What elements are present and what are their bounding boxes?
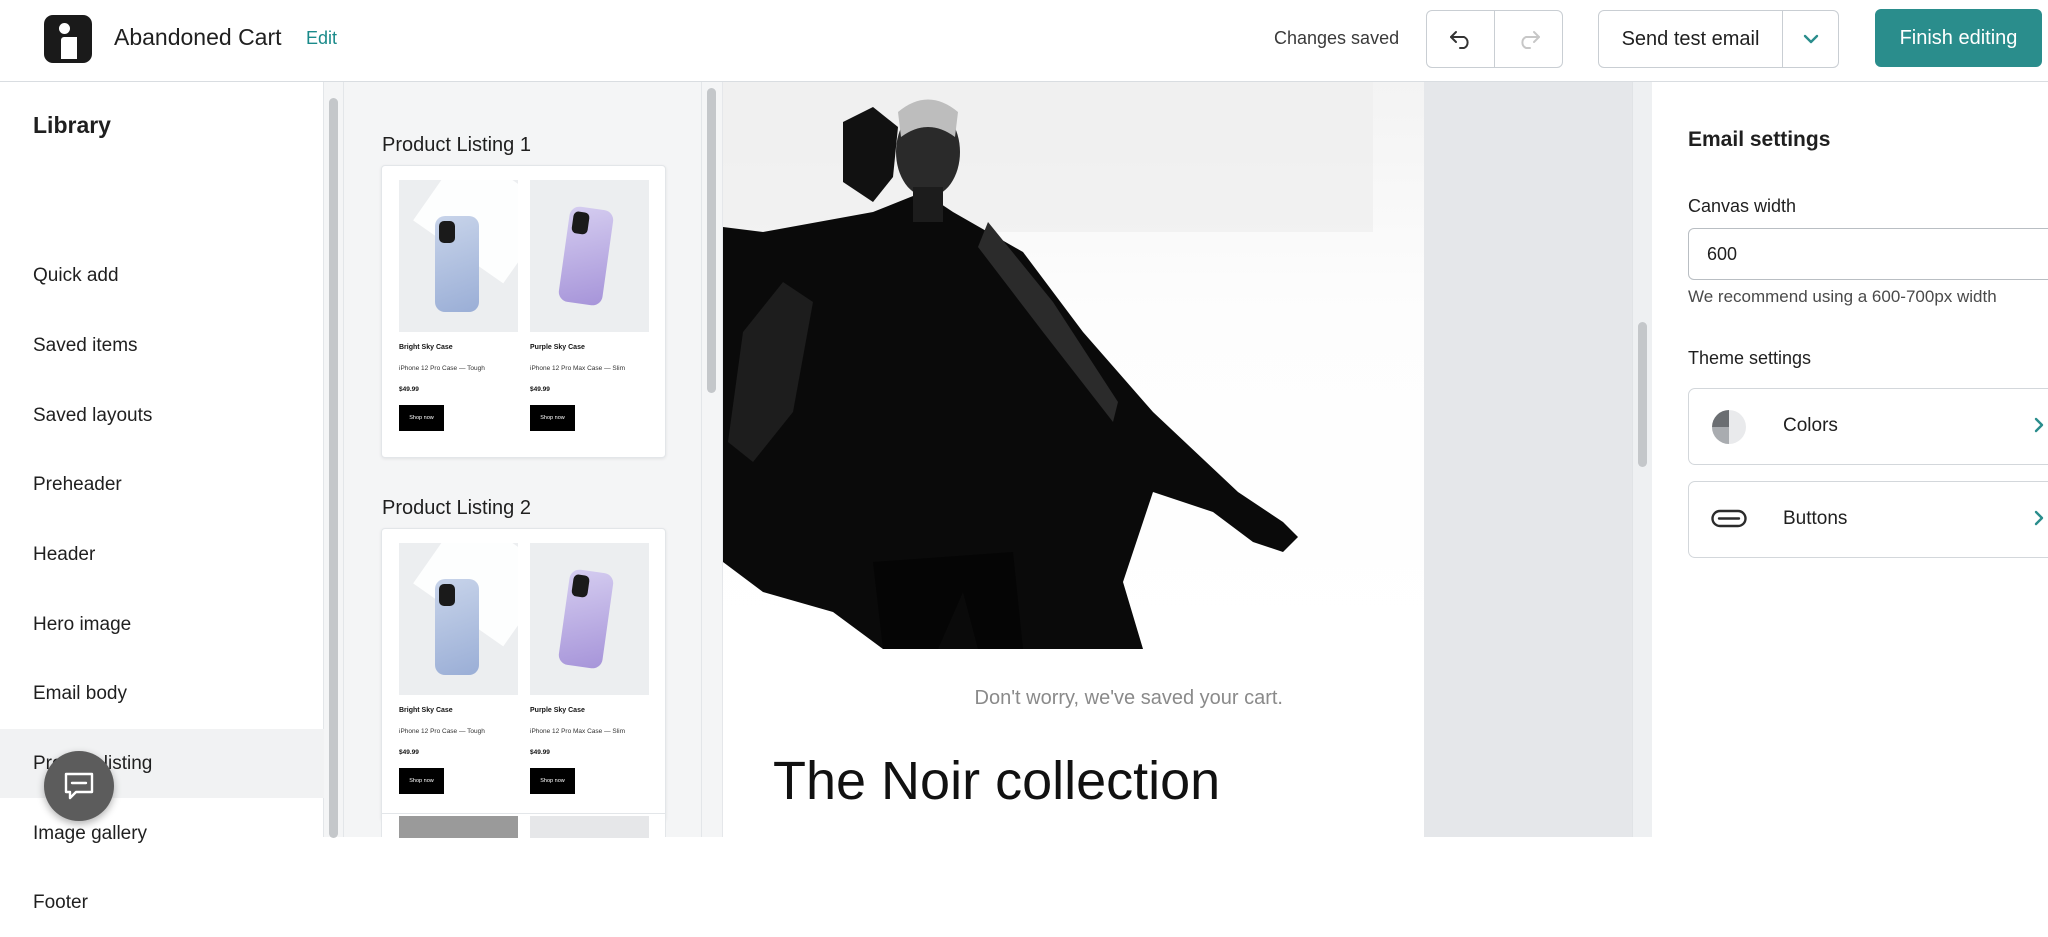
template-card-product-listing-2[interactable]: Bright Sky Case iPhone 12 Pro Case — Tou…	[381, 528, 666, 821]
library-title: Library	[33, 112, 111, 138]
product-item: Bright Sky Case iPhone 12 Pro Case — Tou…	[399, 180, 518, 431]
shop-now-button: Shop now	[530, 768, 575, 794]
edit-title-link[interactable]: Edit	[306, 28, 337, 49]
undo-button[interactable]	[1427, 11, 1494, 67]
app-logo[interactable]	[44, 15, 92, 63]
model-silhouette	[723, 99, 1298, 649]
phone-case-purple	[557, 205, 615, 307]
settings-panel: Email settings Canvas width We recommend…	[1652, 82, 2048, 837]
product-image	[530, 816, 649, 838]
library-item-quick-add[interactable]: Quick add	[0, 241, 324, 310]
product-price: $49.99	[530, 386, 550, 393]
phone-camera	[439, 221, 455, 243]
email-title: Abandoned Cart	[114, 24, 282, 50]
product-name: Purple Sky Case	[530, 707, 585, 714]
product-item: Purple Sky Case iPhone 12 Pro Max Case —…	[530, 180, 649, 431]
theme-colors-label: Colors	[1783, 415, 1838, 436]
template-label: Product Listing 1	[382, 134, 531, 156]
color-palette-icon	[1712, 410, 1746, 444]
product-description: iPhone 12 Pro Case — Tough	[399, 365, 485, 372]
product-image	[399, 543, 518, 695]
theme-settings-label: Theme settings	[1688, 348, 1812, 368]
phone-camera	[439, 584, 455, 606]
chevron-down-icon	[1803, 34, 1818, 44]
email-canvas[interactable]: Don't worry, we've saved your cart. The …	[723, 82, 1424, 837]
library-item-hero-image[interactable]: Hero image	[0, 590, 324, 659]
library-scrollbar[interactable]	[324, 82, 344, 838]
email-headline[interactable]: The Noir collection	[773, 750, 1220, 812]
send-options-dropdown[interactable]	[1782, 11, 1838, 67]
product-item: Purple Sky Case iPhone 12 Pro Max Case —…	[530, 543, 649, 794]
product-image	[530, 543, 649, 695]
library-item-saved-layouts[interactable]: Saved layouts	[0, 381, 324, 450]
shop-now-button: Shop now	[530, 405, 575, 431]
history-controls	[1426, 10, 1563, 68]
template-card-product-listing-1[interactable]: Bright Sky Case iPhone 12 Pro Case — Tou…	[381, 165, 666, 458]
chevron-right-icon	[2034, 510, 2044, 526]
send-test-email-button[interactable]: Send test email	[1599, 11, 1782, 67]
phone-case-blue	[435, 579, 479, 675]
shop-now-button: Shop now	[399, 768, 444, 794]
canvas-width-hint: We recommend using a 600-700px width	[1688, 287, 1997, 306]
theme-colors-card[interactable]: Colors	[1688, 388, 2048, 465]
product-name: Bright Sky Case	[399, 707, 453, 714]
template-card-partial[interactable]	[381, 813, 666, 838]
settings-title: Email settings	[1688, 128, 1831, 151]
theme-buttons-label: Buttons	[1783, 508, 1848, 529]
scroll-thumb[interactable]	[329, 98, 338, 838]
scroll-thumb[interactable]	[707, 88, 716, 393]
library-item-saved-items[interactable]: Saved items	[0, 311, 324, 380]
logo-dot	[59, 23, 70, 34]
canvas-width-label: Canvas width	[1688, 196, 1797, 216]
theme-buttons-card[interactable]: Buttons	[1688, 481, 2048, 558]
product-name: Purple Sky Case	[530, 344, 585, 351]
product-description: iPhone 12 Pro Max Case — Slim	[530, 365, 626, 372]
product-price: $49.99	[530, 749, 550, 756]
email-tagline[interactable]: Don't worry, we've saved your cart.	[723, 687, 1284, 710]
product-image	[399, 816, 518, 838]
product-name: Bright Sky Case	[399, 344, 453, 351]
product-image	[399, 180, 518, 332]
product-item: Bright Sky Case iPhone 12 Pro Case — Tou…	[399, 543, 518, 794]
library-sidebar: Library Quick add Saved items Saved layo…	[0, 82, 324, 913]
top-bar: Abandoned Cart Edit Changes saved Send t…	[0, 0, 2048, 82]
redo-icon	[1520, 31, 1540, 49]
undo-icon	[1449, 31, 1469, 49]
library-item-footer[interactable]: Footer	[0, 868, 324, 937]
template-label: Product Listing 2	[382, 497, 531, 519]
product-image	[530, 180, 649, 332]
save-status: Changes saved	[1274, 28, 1400, 48]
finish-editing-button[interactable]: Finish editing	[1875, 9, 2042, 67]
chat-icon	[64, 772, 94, 800]
send-test-group: Send test email	[1598, 10, 1839, 68]
phone-case-purple	[557, 568, 615, 670]
product-description: iPhone 12 Pro Case — Tough	[399, 728, 485, 735]
chevron-right-icon	[2034, 417, 2044, 433]
button-shape-icon	[1711, 509, 1747, 528]
library-item-preheader[interactable]: Preheader	[0, 450, 324, 519]
product-price: $49.99	[399, 749, 419, 756]
hero-image[interactable]	[723, 82, 1424, 649]
logo-stem	[61, 37, 77, 59]
shop-now-button: Shop now	[399, 405, 444, 431]
canvas-width-input[interactable]	[1688, 228, 2048, 280]
canvas-scrollbar[interactable]	[1632, 82, 1652, 837]
product-description: iPhone 12 Pro Max Case — Slim	[530, 728, 626, 735]
chat-support-button[interactable]	[44, 751, 114, 821]
scroll-thumb[interactable]	[1638, 322, 1647, 467]
phone-camera	[571, 573, 591, 598]
product-price: $49.99	[399, 386, 419, 393]
library-item-header[interactable]: Header	[0, 520, 324, 589]
template-scrollbar[interactable]	[702, 82, 722, 837]
library-item-image-gallery[interactable]: Image gallery	[0, 799, 324, 868]
library-item-email-body[interactable]: Email body	[0, 659, 324, 728]
phone-camera	[571, 210, 591, 235]
phone-case-blue	[435, 216, 479, 312]
redo-button[interactable]	[1494, 11, 1562, 67]
